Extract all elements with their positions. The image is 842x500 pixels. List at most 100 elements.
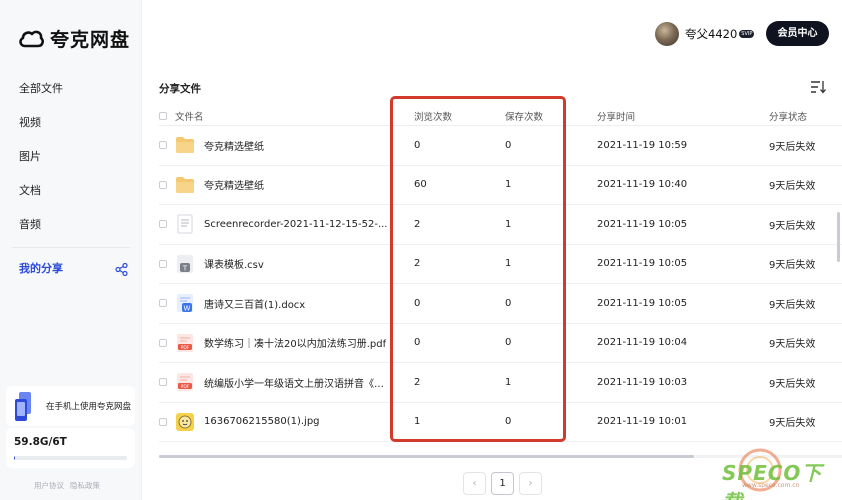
file-name: 夸克精选壁纸 xyxy=(204,181,264,193)
file-name-cell[interactable]: T 课表模板.csv xyxy=(175,245,397,284)
table-row[interactable]: 夸克精选壁纸 0 0 2021-11-19 10:59 9天后失效 xyxy=(159,126,842,166)
view-count: 2 xyxy=(414,376,421,388)
share-icon xyxy=(115,263,128,276)
word-file-icon: W xyxy=(175,293,195,313)
sidebar-item-my-shares[interactable]: 我的分享 xyxy=(0,252,142,286)
save-count: 0 xyxy=(505,337,512,349)
sidebar-item-images[interactable]: 图片 xyxy=(0,140,142,174)
terms-link[interactable]: 用户协议 xyxy=(34,480,64,491)
file-name: 统编版小学一年级语文上册汉语拼音《d... xyxy=(204,378,389,390)
share-time: 2021-11-19 10:59 xyxy=(597,139,688,151)
column-header-status[interactable]: 分享状态 xyxy=(769,106,807,125)
shared-files-table: 文件名 浏览次数 保存次数 分享时间 分享状态 夸克精选壁纸 0 0 2021-11-… xyxy=(159,106,842,442)
privacy-link[interactable]: 隐私政策 xyxy=(70,480,100,491)
sidebar: 夸克网盘 全部文件 视频 图片 文档 音频 我的分享 在手机上使用夸克网盘 59… xyxy=(0,0,142,500)
sidebar-item-documents[interactable]: 文档 xyxy=(0,174,142,208)
row-checkbox[interactable] xyxy=(159,363,171,402)
sidebar-item-video[interactable]: 视频 xyxy=(0,106,142,140)
share-time: 2021-11-19 10:05 xyxy=(597,297,688,309)
view-count: 2 xyxy=(414,258,421,270)
select-all-checkbox[interactable] xyxy=(159,106,171,125)
table-row[interactable]: T 课表模板.csv 2 1 2021-11-19 10:05 9天后失效 xyxy=(159,245,842,284)
member-center-button[interactable]: 会员中心 xyxy=(766,21,829,46)
share-status: 9天后失效 xyxy=(769,299,816,311)
sidebar-item-audio[interactable]: 音频 xyxy=(0,208,142,242)
share-time: 2021-11-19 10:05 xyxy=(597,218,688,230)
row-checkbox[interactable] xyxy=(159,245,171,284)
share-time: 2021-11-19 10:04 xyxy=(597,337,688,349)
save-count: 1 xyxy=(505,179,512,191)
file-name: 课表模板.csv xyxy=(204,260,264,272)
storage-text: 59.8G/6T xyxy=(14,436,67,448)
pdf-file-icon: PDF xyxy=(175,333,195,353)
share-time: 2021-11-19 10:40 xyxy=(597,179,688,191)
file-name-cell[interactable]: PDF 统编版小学一年级语文上册汉语拼音《d... xyxy=(175,363,397,402)
share-time: 2021-11-19 10:05 xyxy=(597,258,688,270)
file-name-cell[interactable]: 1636706215580(1).jpg xyxy=(175,403,397,442)
file-name-cell[interactable]: 夸克精选壁纸 xyxy=(175,166,397,205)
avatar[interactable] xyxy=(655,22,679,46)
csv-file-icon: T xyxy=(175,254,195,274)
file-name-cell[interactable]: W 唐诗又三百首(1).docx xyxy=(175,284,397,323)
share-status: 9天后失效 xyxy=(769,181,816,193)
row-checkbox[interactable] xyxy=(159,403,171,442)
user-profile[interactable]: 夸父4420 SVIP xyxy=(655,22,755,46)
sort-icon[interactable] xyxy=(810,80,826,94)
table-row[interactable]: 夸克精选壁纸 60 1 2021-11-19 10:40 9天后失效 xyxy=(159,166,842,205)
promo-text: 在手机上使用夸克网盘 xyxy=(46,402,132,412)
cloud-logo-icon xyxy=(19,30,44,47)
file-name-cell[interactable]: Screenrecorder-2021-11-12-15-52-... xyxy=(175,205,397,244)
column-header-saves[interactable]: 保存次数 xyxy=(505,106,543,125)
page-number-button[interactable]: 1 xyxy=(491,472,514,495)
column-header-name[interactable]: 文件名 xyxy=(175,106,397,125)
next-page-button[interactable]: › xyxy=(519,472,542,495)
storage-bar xyxy=(14,456,127,460)
row-checkbox[interactable] xyxy=(159,126,171,165)
view-count: 2 xyxy=(414,218,421,230)
row-checkbox[interactable] xyxy=(159,205,171,244)
vertical-scrollbar[interactable] xyxy=(837,212,840,262)
sidebar-nav: 全部文件 视频 图片 文档 音频 我的分享 xyxy=(0,72,142,286)
column-header-views[interactable]: 浏览次数 xyxy=(414,106,452,125)
view-count: 0 xyxy=(414,139,421,151)
save-count: 0 xyxy=(505,416,512,428)
save-count: 0 xyxy=(505,297,512,309)
table-row[interactable]: W 唐诗又三百首(1).docx 0 0 2021-11-19 10:05 9天后失效 xyxy=(159,284,842,324)
phone-icon xyxy=(15,392,31,421)
share-status: 9天后失效 xyxy=(769,418,816,430)
folder-icon xyxy=(175,175,195,195)
table-row[interactable]: 1636706215580(1).jpg 1 0 2021-11-19 10:01 9天… xyxy=(159,403,842,442)
storage-usage[interactable]: 59.8G/6T xyxy=(6,428,135,468)
save-count: 1 xyxy=(505,376,512,388)
view-count: 0 xyxy=(414,337,421,349)
svg-text:PDF: PDF xyxy=(181,384,190,390)
storage-bar-fill xyxy=(14,456,16,460)
column-header-time[interactable]: 分享时间 xyxy=(597,106,635,125)
sidebar-item-all-files[interactable]: 全部文件 xyxy=(0,72,142,106)
vip-badge: SVIP xyxy=(739,30,755,38)
table-row[interactable]: PDF 统编版小学一年级语文上册汉语拼音《d... 2 1 2021-11-19 10:… xyxy=(159,363,842,403)
table-row[interactable]: PDF 数学练习｜凑十法20以内加法练习册.pdf 0 0 2021-11-19 10:… xyxy=(159,324,842,363)
footer-links: 用户协议 隐私政策 xyxy=(34,480,100,491)
brand-name: 夸克网盘 xyxy=(50,29,131,51)
row-checkbox[interactable] xyxy=(159,324,171,363)
file-name-cell[interactable]: 夸克精选壁纸 xyxy=(175,126,397,165)
file-name: 1636706215580(1).jpg xyxy=(204,416,320,428)
prev-page-button[interactable]: ‹ xyxy=(463,472,486,495)
svg-text:W: W xyxy=(184,305,191,313)
sidebar-divider xyxy=(12,247,130,248)
watermark: SPECO下载 www.speco.com.cn xyxy=(712,444,832,500)
share-time: 2021-11-19 10:03 xyxy=(597,376,688,388)
sidebar-item-label: 视频 xyxy=(19,116,41,129)
mobile-app-promo[interactable]: 在手机上使用夸克网盘 xyxy=(6,386,135,426)
sidebar-item-label: 音频 xyxy=(19,218,41,231)
share-time: 2021-11-19 10:01 xyxy=(597,416,688,428)
view-count: 60 xyxy=(414,179,427,191)
file-name-cell[interactable]: PDF 数学练习｜凑十法20以内加法练习册.pdf xyxy=(175,324,397,363)
file-name: 数学练习｜凑十法20以内加法练习册.pdf xyxy=(204,339,387,351)
row-checkbox[interactable] xyxy=(159,166,171,205)
row-checkbox[interactable] xyxy=(159,284,171,323)
view-count: 1 xyxy=(414,416,421,428)
app-logo[interactable]: 夸克网盘 xyxy=(18,25,130,52)
table-row[interactable]: Screenrecorder-2021-11-12-15-52-... 2 1 202… xyxy=(159,205,842,245)
